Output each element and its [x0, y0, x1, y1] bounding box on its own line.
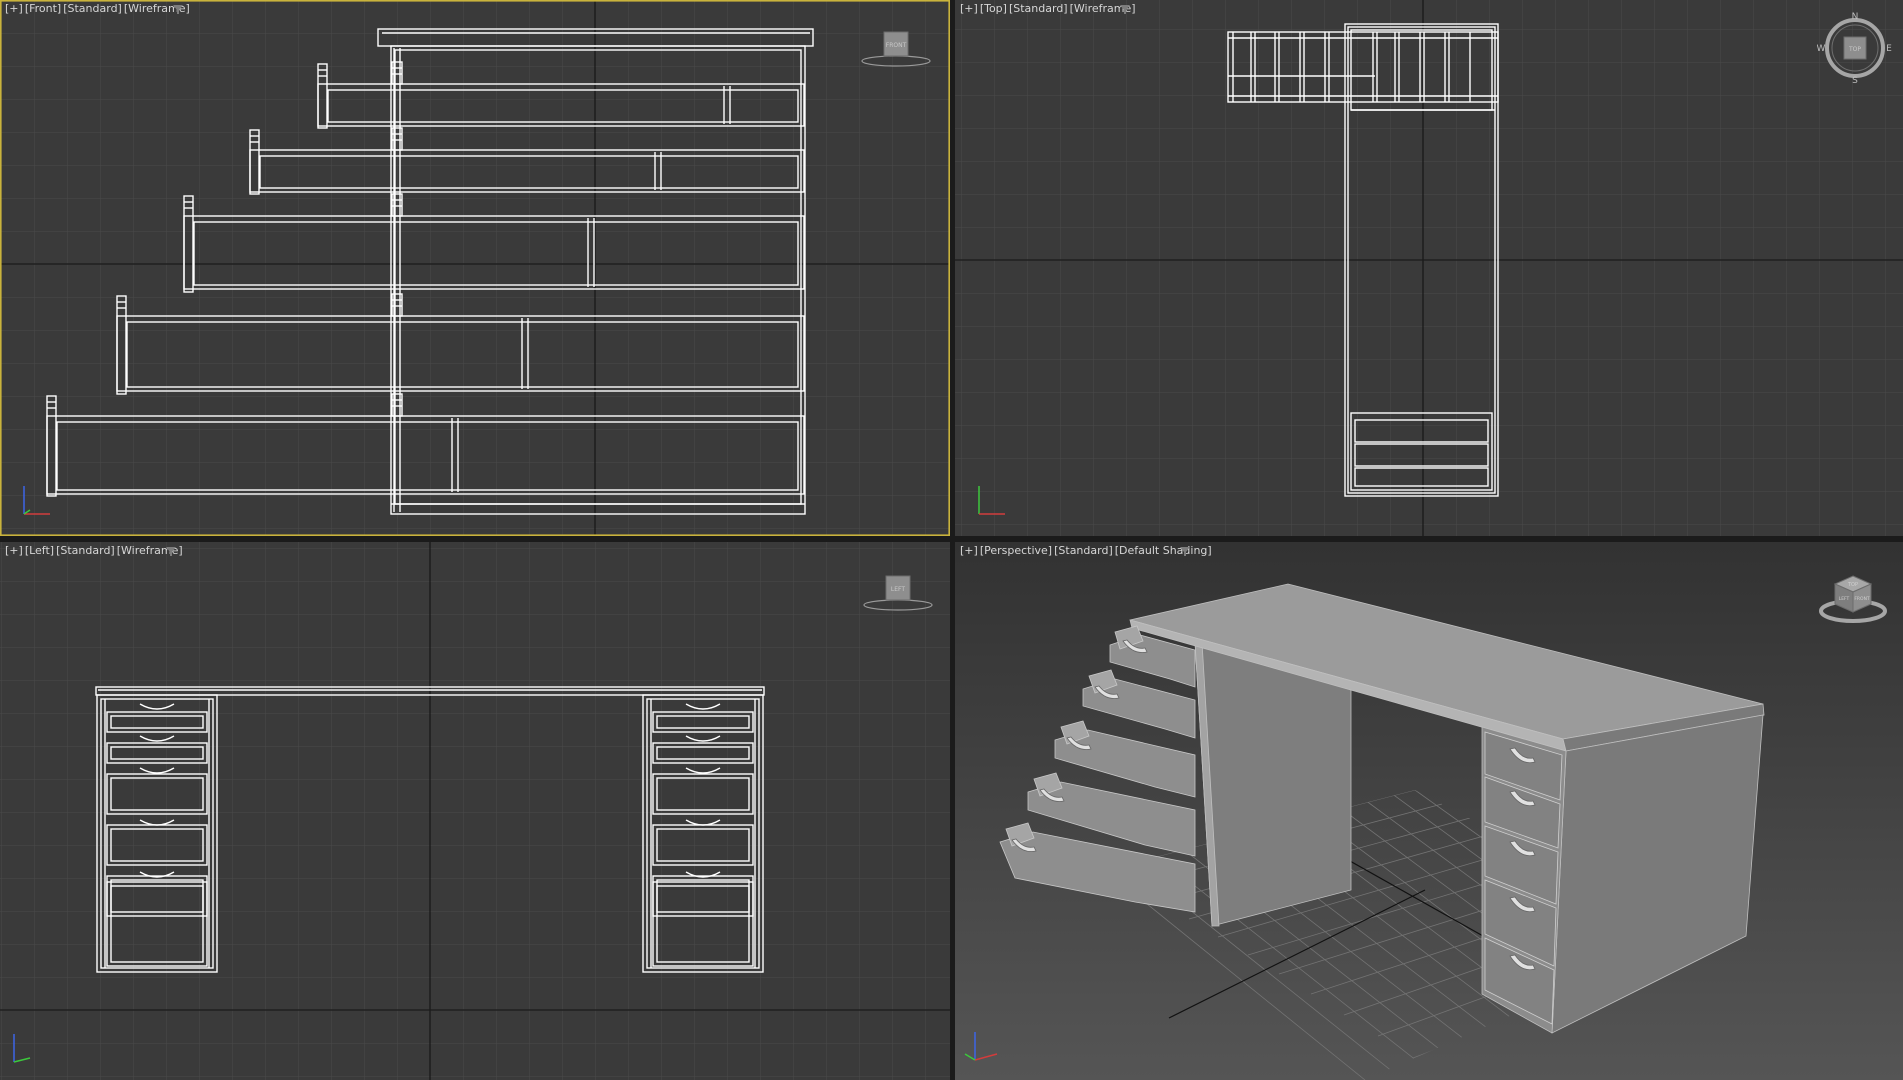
viewport-top[interactable]: [+] [Top] [Standard] [Wireframe] TOP N S E …: [955, 0, 1903, 536]
filter-icon[interactable]: [165, 546, 177, 557]
view-label[interactable]: [Perspective]: [979, 544, 1053, 557]
viewport-perspective[interactable]: [+] [Perspective] [Standard] [Default Shadi…: [955, 542, 1903, 1080]
top-view-scene: [955, 0, 1903, 536]
shading-set-label[interactable]: [Standard]: [55, 544, 116, 557]
compass-south-label: S: [1852, 76, 1858, 86]
viewport-label-perspective[interactable]: [+] [Perspective] [Standard] [Default Shadi…: [959, 544, 1213, 557]
desk-3d-model: [999, 583, 1765, 1034]
viewcube-perspective[interactable]: TOP FRONT LEFT: [1815, 570, 1891, 626]
view-label[interactable]: [Front]: [24, 2, 62, 15]
view-label[interactable]: [Top]: [979, 2, 1008, 15]
viewport-label-top[interactable]: [+] [Top] [Standard] [Wireframe]: [959, 2, 1137, 15]
front-view-scene: [0, 0, 950, 536]
viewport-label-front[interactable]: [+] [Front] [Standard] [Wireframe]: [4, 2, 191, 15]
axis-tripod-icon: [23, 486, 50, 515]
viewcube-left-face-label: LEFT: [1839, 596, 1850, 602]
compass-north-label: N: [1852, 12, 1859, 22]
viewcube-front[interactable]: FRONT: [858, 28, 934, 70]
shading-set-label[interactable]: [Standard]: [62, 2, 123, 15]
viewport-left[interactable]: [+] [Left] [Standard] [Wireframe] LEFT: [0, 542, 950, 1080]
viewcube-top-compass[interactable]: TOP N S E W: [1817, 10, 1893, 86]
viewcube-face-label: LEFT: [891, 586, 905, 593]
filter-icon[interactable]: [1119, 4, 1131, 15]
axis-tripod-icon: [978, 486, 1005, 515]
viewcube-face-label: FRONT: [886, 42, 907, 49]
viewcube-face-label: TOP: [1848, 46, 1861, 53]
viewport-menu-button[interactable]: [+]: [959, 2, 979, 15]
display-mode-label[interactable]: [Default Shading]: [1114, 544, 1213, 557]
viewcube-top-face-label: TOP: [1847, 582, 1858, 588]
viewport-menu-button[interactable]: [+]: [959, 544, 979, 557]
viewcube-front-face-label: FRONT: [1854, 596, 1870, 602]
left-view-scene: [0, 542, 950, 1080]
viewport-menu-button[interactable]: [+]: [4, 2, 24, 15]
shading-set-label[interactable]: [Standard]: [1008, 2, 1069, 15]
filter-icon[interactable]: [1179, 546, 1191, 557]
compass-east-label: E: [1886, 44, 1892, 54]
compass-west-label: W: [1817, 44, 1826, 54]
viewport-label-left[interactable]: [+] [Left] [Standard] [Wireframe]: [4, 544, 184, 557]
viewport-menu-button[interactable]: [+]: [4, 544, 24, 557]
viewport-front[interactable]: [+] [Front] [Standard] [Wireframe] FRONT: [0, 0, 950, 536]
filter-icon[interactable]: [172, 4, 184, 15]
view-label[interactable]: [Left]: [24, 544, 55, 557]
shading-set-label[interactable]: [Standard]: [1053, 544, 1114, 557]
viewcube-left[interactable]: LEFT: [860, 572, 936, 614]
perspective-view-scene: [999, 583, 1765, 1080]
axis-tripod-icon: [13, 1034, 31, 1063]
axis-tripod-icon: [964, 1032, 998, 1061]
